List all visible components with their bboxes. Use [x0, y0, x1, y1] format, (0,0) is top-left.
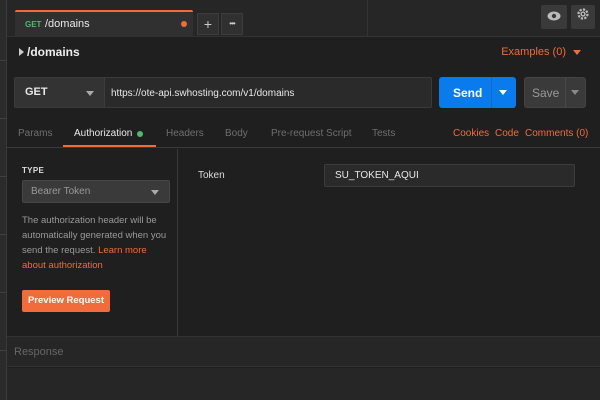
- chevron-down-icon[interactable]: [573, 50, 581, 55]
- response-label: Response: [14, 346, 64, 358]
- send-split-divider: [491, 77, 492, 108]
- request-name-bar: /domains Examples (0): [7, 37, 600, 67]
- active-tab-indicator: [63, 145, 156, 147]
- auth-type-label: TYPE: [22, 166, 45, 175]
- token-input[interactable]: [324, 164, 575, 187]
- request-name[interactable]: /domains: [27, 45, 80, 59]
- tab-tests[interactable]: Tests: [372, 128, 395, 139]
- url-bar: GET: [14, 77, 432, 108]
- left-sidebar-strip: [0, 0, 7, 400]
- examples-dropdown[interactable]: Examples (0): [501, 46, 566, 58]
- auth-type-value: Bearer Token: [31, 186, 91, 197]
- token-label: Token: [198, 170, 225, 181]
- response-body-area: [7, 368, 600, 400]
- response-panel: Response: [7, 337, 600, 367]
- send-label: Send: [453, 86, 483, 100]
- expand-caret-icon[interactable]: [19, 48, 24, 56]
- code-link[interactable]: Code: [495, 128, 519, 139]
- sidebar-divider: [0, 60, 7, 61]
- sidebar-divider: [0, 176, 7, 177]
- preview-request-button[interactable]: Preview Request: [22, 290, 110, 312]
- url-input[interactable]: [111, 84, 421, 102]
- chevron-down-icon: [151, 190, 159, 195]
- tabbar-divider: [367, 0, 368, 37]
- sidebar-divider: [0, 350, 7, 351]
- sidebar-divider: [0, 234, 7, 235]
- auth-description: The authorization header will be automat…: [22, 213, 172, 273]
- new-tab-button[interactable]: +: [197, 13, 219, 35]
- auth-type-panel: TYPE Bearer Token The authorization head…: [7, 149, 178, 336]
- chevron-down-icon: [86, 91, 94, 96]
- tab-options-button[interactable]: •••: [221, 13, 243, 35]
- eye-icon: [547, 11, 561, 21]
- tab-headers[interactable]: Headers: [166, 128, 204, 139]
- request-subtabs: Params Authorization Headers Body Pre-re…: [7, 118, 600, 148]
- method-label: GET: [25, 86, 48, 98]
- save-button[interactable]: Save: [524, 77, 586, 108]
- request-tab[interactable]: GET /domains: [15, 10, 193, 37]
- tab-method-badge: GET: [25, 20, 42, 29]
- tab-params[interactable]: Params: [18, 128, 52, 139]
- save-options-chevron-icon[interactable]: [571, 90, 579, 95]
- save-label: Save: [532, 86, 560, 100]
- auth-type-select[interactable]: Bearer Token: [22, 180, 170, 203]
- auth-active-dot-icon: [137, 131, 143, 137]
- comments-link[interactable]: Comments (0): [525, 128, 588, 139]
- tab-title: /domains: [45, 18, 90, 30]
- method-select[interactable]: GET: [15, 78, 105, 107]
- send-options-chevron-icon[interactable]: [499, 90, 507, 95]
- gear-icon: [577, 8, 589, 20]
- tab-prerequest-script[interactable]: Pre-request Script: [271, 128, 352, 139]
- request-tab-bar: GET /domains + •••: [7, 0, 600, 37]
- tab-authorization[interactable]: Authorization: [74, 128, 132, 139]
- tab-body[interactable]: Body: [225, 128, 248, 139]
- sidebar-divider: [0, 118, 7, 119]
- cookies-link[interactable]: Cookies: [453, 128, 489, 139]
- sidebar-divider: [0, 292, 7, 293]
- environment-quick-look-button[interactable]: [541, 5, 567, 29]
- unsaved-dot-icon: [181, 21, 187, 27]
- send-button[interactable]: Send: [439, 77, 516, 108]
- save-split-divider: [565, 78, 566, 107]
- manage-environments-button[interactable]: [571, 5, 595, 29]
